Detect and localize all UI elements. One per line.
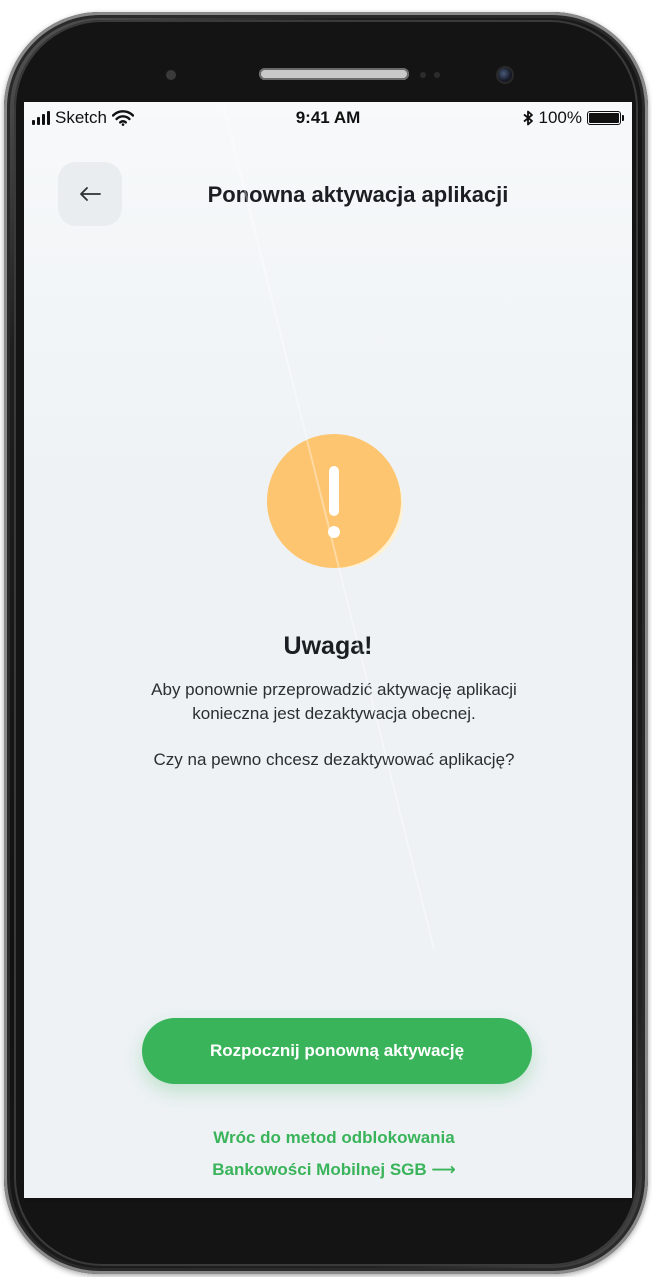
battery-fill — [589, 113, 619, 123]
arrow-left-icon — [80, 187, 101, 201]
alert-title: Uwaga! — [283, 632, 373, 660]
link-line2-text: Bankowości Mobilnej SGB — [212, 1160, 427, 1179]
link-line1: Wróc do metod odblokowania — [213, 1128, 455, 1147]
alert-message-line1: Aby ponownie przeprowadzić aktywację apl… — [151, 680, 517, 699]
status-left: Sketch — [32, 108, 134, 128]
bottom-bezel-shade — [24, 1198, 632, 1204]
back-to-unlock-methods-link[interactable]: Wróc do metod odblokowania Bankowości Mo… — [114, 1122, 554, 1186]
battery-icon — [587, 111, 621, 125]
alert-message-line2: konieczna jest dezaktywacja obecnej. — [192, 704, 476, 723]
bluetooth-icon — [522, 110, 533, 126]
arrow-right-icon: ⟶ — [431, 1160, 456, 1179]
signal-icon — [32, 111, 50, 125]
page-title: Ponowna aktywacja aplikacji — [207, 182, 509, 207]
battery-percent: 100% — [538, 108, 582, 127]
carrier-name: Sketch — [55, 108, 107, 127]
back-button[interactable] — [58, 162, 122, 226]
status-right: 100% — [522, 108, 624, 128]
front-camera — [498, 68, 512, 82]
exclamation-icon — [267, 434, 403, 568]
wifi-icon — [111, 110, 134, 126]
earpiece-speaker — [259, 68, 409, 80]
speaker-dots — [420, 72, 426, 78]
status-bar: Sketch 9:41 AM 100% — [24, 102, 632, 136]
app-screen: Sketch 9:41 AM 100% Ponowna aktywacja ap… — [24, 102, 632, 1198]
battery-tip — [622, 115, 624, 121]
alert-question: Czy na pewno chcesz dezaktywować aplikac… — [153, 750, 515, 769]
proximity-sensor — [166, 70, 176, 80]
link-line2: Bankowości Mobilnej SGB ⟶ — [114, 1154, 554, 1186]
start-reactivation-button[interactable]: Rozpocznij ponowną aktywację — [142, 1018, 532, 1084]
